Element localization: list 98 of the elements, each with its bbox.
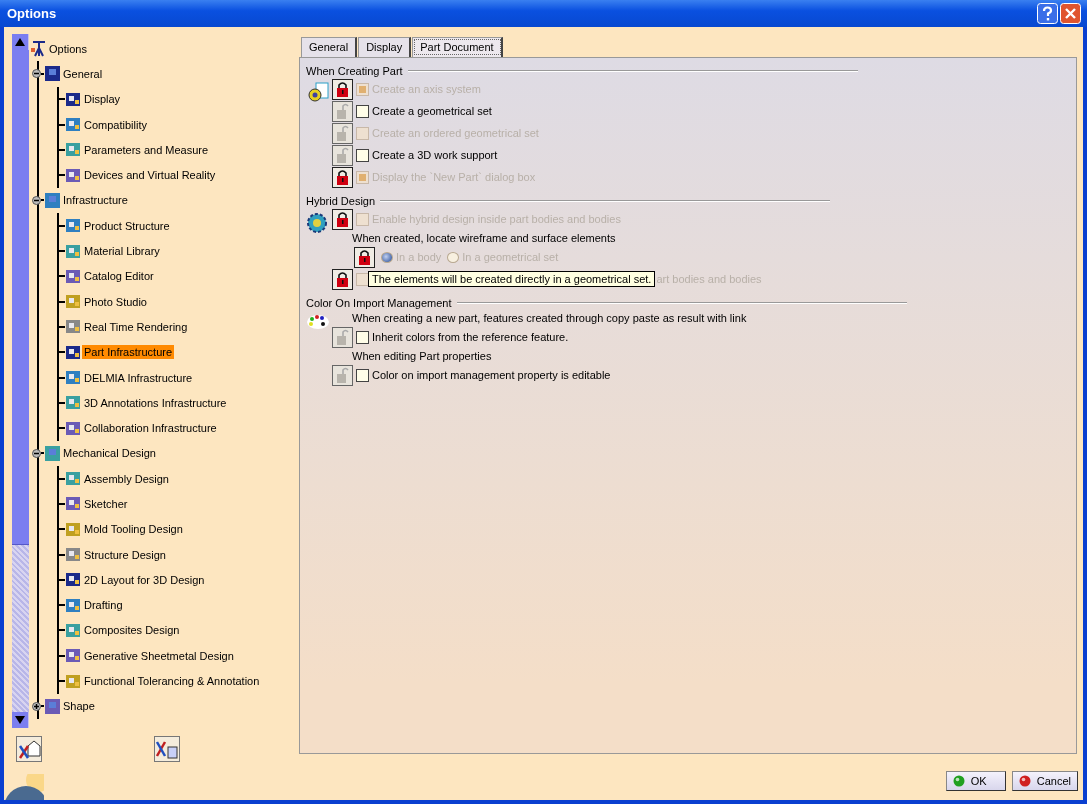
module-icon <box>65 419 82 437</box>
tree-item[interactable]: 3D Annotations Infrastructure <box>82 395 229 410</box>
module-icon <box>65 217 82 235</box>
checkbox-label: Inherit colors from the reference feature. <box>372 331 569 343</box>
checkbox[interactable] <box>356 148 369 162</box>
section-title: When Creating Part <box>306 65 403 77</box>
unlocked-padlock-button[interactable] <box>332 144 353 166</box>
tree-item[interactable]: Material Library <box>82 244 162 258</box>
scroll-thumb[interactable] <box>12 50 29 545</box>
tree-item[interactable]: Devices and Virtual Reality <box>82 168 218 183</box>
planet-icon <box>4 774 44 800</box>
module-icon <box>65 90 82 108</box>
folder-icon <box>44 191 61 209</box>
gear-document-icon <box>306 82 330 104</box>
module-icon <box>65 672 82 690</box>
tree-item[interactable]: Photo Studio <box>82 294 149 309</box>
checkbox-label: Create a 3D work support <box>372 149 498 161</box>
tab[interactable]: Part Document <box>412 37 503 57</box>
scroll-down-button[interactable] <box>12 712 28 728</box>
section-title: Color On Import Management <box>306 297 452 309</box>
scrollbar[interactable] <box>12 34 29 728</box>
gear-icon <box>306 212 328 234</box>
tree-item[interactable]: Collaboration Infrastructure <box>82 421 219 436</box>
module-icon <box>65 242 82 260</box>
module-icon <box>65 141 82 159</box>
checkbox[interactable] <box>356 368 369 382</box>
ok-button[interactable]: OK <box>945 771 1006 791</box>
unlocked-padlock-button[interactable] <box>332 326 353 348</box>
tree-item[interactable]: Display <box>82 92 123 107</box>
palette-icon <box>306 314 330 330</box>
cancel-button[interactable]: Cancel <box>1011 771 1078 791</box>
checkbox[interactable] <box>356 330 369 344</box>
locked-padlock-button[interactable] <box>354 246 375 268</box>
tree-item[interactable]: General <box>61 66 105 81</box>
tree-item[interactable]: Mold Tooling Design <box>82 522 185 537</box>
tree-item[interactable]: Drafting <box>82 598 125 613</box>
module-icon <box>65 318 82 336</box>
collapse-toggle[interactable] <box>32 448 41 458</box>
tree-item[interactable]: Options <box>47 41 89 56</box>
module-icon <box>65 166 82 184</box>
tree-item[interactable]: Parameters and Measure <box>82 142 211 157</box>
close-button[interactable] <box>1060 3 1081 24</box>
unlocked-padlock-button[interactable] <box>332 100 353 122</box>
module-icon <box>65 343 82 361</box>
module-icon <box>65 647 82 665</box>
tab[interactable]: Display <box>358 37 412 57</box>
option-caption: When editing Part properties <box>352 350 492 362</box>
home-settings-button[interactable] <box>16 736 42 762</box>
tree-item[interactable]: Shape <box>61 699 97 714</box>
module-icon <box>65 520 82 538</box>
folder-icon <box>44 444 61 462</box>
tree-item[interactable]: Mechanical Design <box>61 446 158 461</box>
tree-item[interactable]: Catalog Editor <box>82 269 156 284</box>
tab[interactable]: General <box>301 37 358 57</box>
folder-icon <box>44 697 61 715</box>
module-icon <box>65 546 82 564</box>
tree-item[interactable]: Structure Design <box>82 547 168 562</box>
scroll-up-button[interactable] <box>12 34 28 50</box>
module-icon <box>65 293 82 311</box>
option-caption: When created, locate wireframe and surface elements <box>352 232 616 244</box>
module-icon <box>65 116 82 134</box>
ball-icon <box>1018 775 1031 787</box>
module-icon <box>65 596 82 614</box>
tree-item[interactable]: DELMIA Infrastructure <box>82 370 195 385</box>
module-icon <box>65 267 82 285</box>
ball-icon <box>952 775 965 787</box>
module-icon <box>65 369 82 386</box>
tree-item[interactable]: Composites Design <box>82 623 182 638</box>
tree-item[interactable]: Product Structure <box>82 218 172 233</box>
tree-item[interactable]: Part Infrastructure <box>82 345 175 360</box>
compass-icon <box>31 39 47 58</box>
expand-toggle[interactable] <box>32 701 41 711</box>
checkbox-label: Color on import management property is editable <box>372 369 611 381</box>
tooltip: The elements will be created directly in a geometrical set. <box>368 271 656 287</box>
window-title: Options <box>7 6 57 21</box>
tree-item[interactable]: Compatibility <box>82 117 149 132</box>
tree-item[interactable]: Functional Tolerancing & Annotation <box>82 674 262 689</box>
checkbox-label: Create a geometrical set <box>372 105 492 117</box>
tree-item[interactable]: Infrastructure <box>61 193 130 208</box>
help-button[interactable] <box>1037 3 1058 24</box>
module-icon <box>65 621 82 639</box>
module-icon <box>65 495 82 513</box>
tree-item[interactable]: Assembly Design <box>82 471 171 486</box>
tree-item[interactable]: 2D Layout for 3D Design <box>82 572 207 587</box>
settings-list-button[interactable] <box>154 736 180 762</box>
module-icon <box>65 470 82 488</box>
module-icon <box>65 571 82 589</box>
collapse-toggle[interactable] <box>32 69 41 79</box>
folder-icon <box>44 65 61 83</box>
tree-item[interactable]: Generative Sheetmetal Design <box>82 648 236 663</box>
section-title: Hybrid Design <box>306 195 376 207</box>
tree-item[interactable]: Sketcher <box>82 497 130 511</box>
checkbox[interactable] <box>356 104 369 118</box>
collapse-toggle[interactable] <box>32 195 41 205</box>
module-icon <box>65 394 82 412</box>
option-caption: When creating a new part, features created through copy paste as result with link <box>352 312 747 324</box>
tree-item[interactable]: Real Time Rendering <box>82 319 190 334</box>
unlocked-padlock-button[interactable] <box>332 364 353 386</box>
